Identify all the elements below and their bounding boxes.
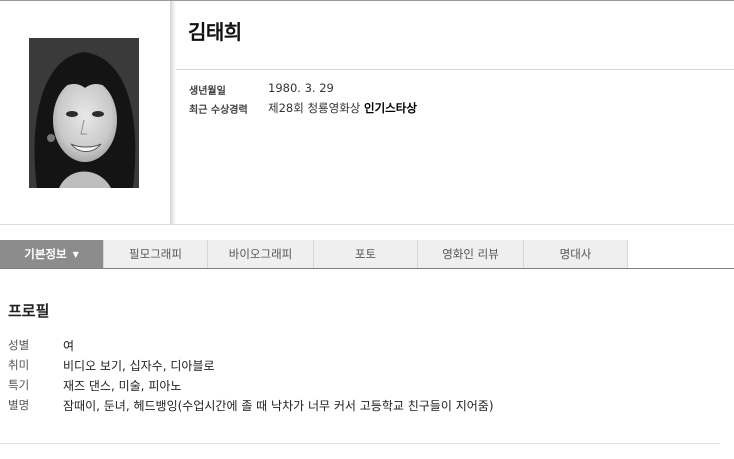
caret-down-icon: ▼ (72, 250, 79, 259)
tab-biography[interactable]: 바이오그래피 (208, 240, 314, 268)
tab-bar: 기본정보 ▼ 필모그래피 바이오그래피 포토 영화인 리뷰 명대사 (0, 240, 734, 269)
birthdate-value: 1980. 3. 29 (268, 81, 334, 95)
hobby-value: 비디오 보기, 십자수, 디아블로 (63, 359, 215, 373)
name-divider (176, 69, 734, 70)
tab-reviews[interactable]: 영화인 리뷰 (418, 240, 524, 268)
nickname-value: 잠때이, 둔녀, 헤드뱅잉(수업시간에 졸 때 낙차가 너무 커서 고등학교 친… (63, 399, 494, 413)
photo-shadow (170, 1, 176, 224)
footer-divider (0, 443, 720, 444)
award-event: 제28회 청룡영화상 (268, 101, 365, 115)
portrait-photo (29, 38, 139, 188)
award-value: 제28회 청룡영화상 인기스타상 (268, 100, 417, 116)
nickname-label: 별명 (8, 398, 30, 412)
skill-value: 재즈 댄스, 미술, 피아노 (63, 379, 182, 393)
tab-filmography[interactable]: 필모그래피 (104, 240, 208, 268)
tab-label: 기본정보 (24, 247, 67, 261)
skill-label: 특기 (8, 378, 30, 392)
gender-value: 여 (63, 339, 75, 353)
gender-label: 성별 (8, 338, 30, 352)
portrait-image (29, 38, 139, 188)
award-title: 인기스타상 (364, 101, 417, 115)
photo-panel (0, 1, 171, 224)
person-name: 김태희 (188, 20, 242, 44)
birthdate-label: 생년월일 (189, 86, 226, 97)
profile-title: 프로필 (8, 302, 50, 320)
tab-photo[interactable]: 포토 (314, 240, 418, 268)
header-bottom-divider (0, 224, 734, 225)
hobby-label: 취미 (8, 358, 30, 372)
tab-quotes[interactable]: 명대사 (524, 240, 628, 268)
award-label: 최근 수상경력 (189, 105, 248, 116)
tab-basic-info[interactable]: 기본정보 ▼ (0, 240, 104, 268)
